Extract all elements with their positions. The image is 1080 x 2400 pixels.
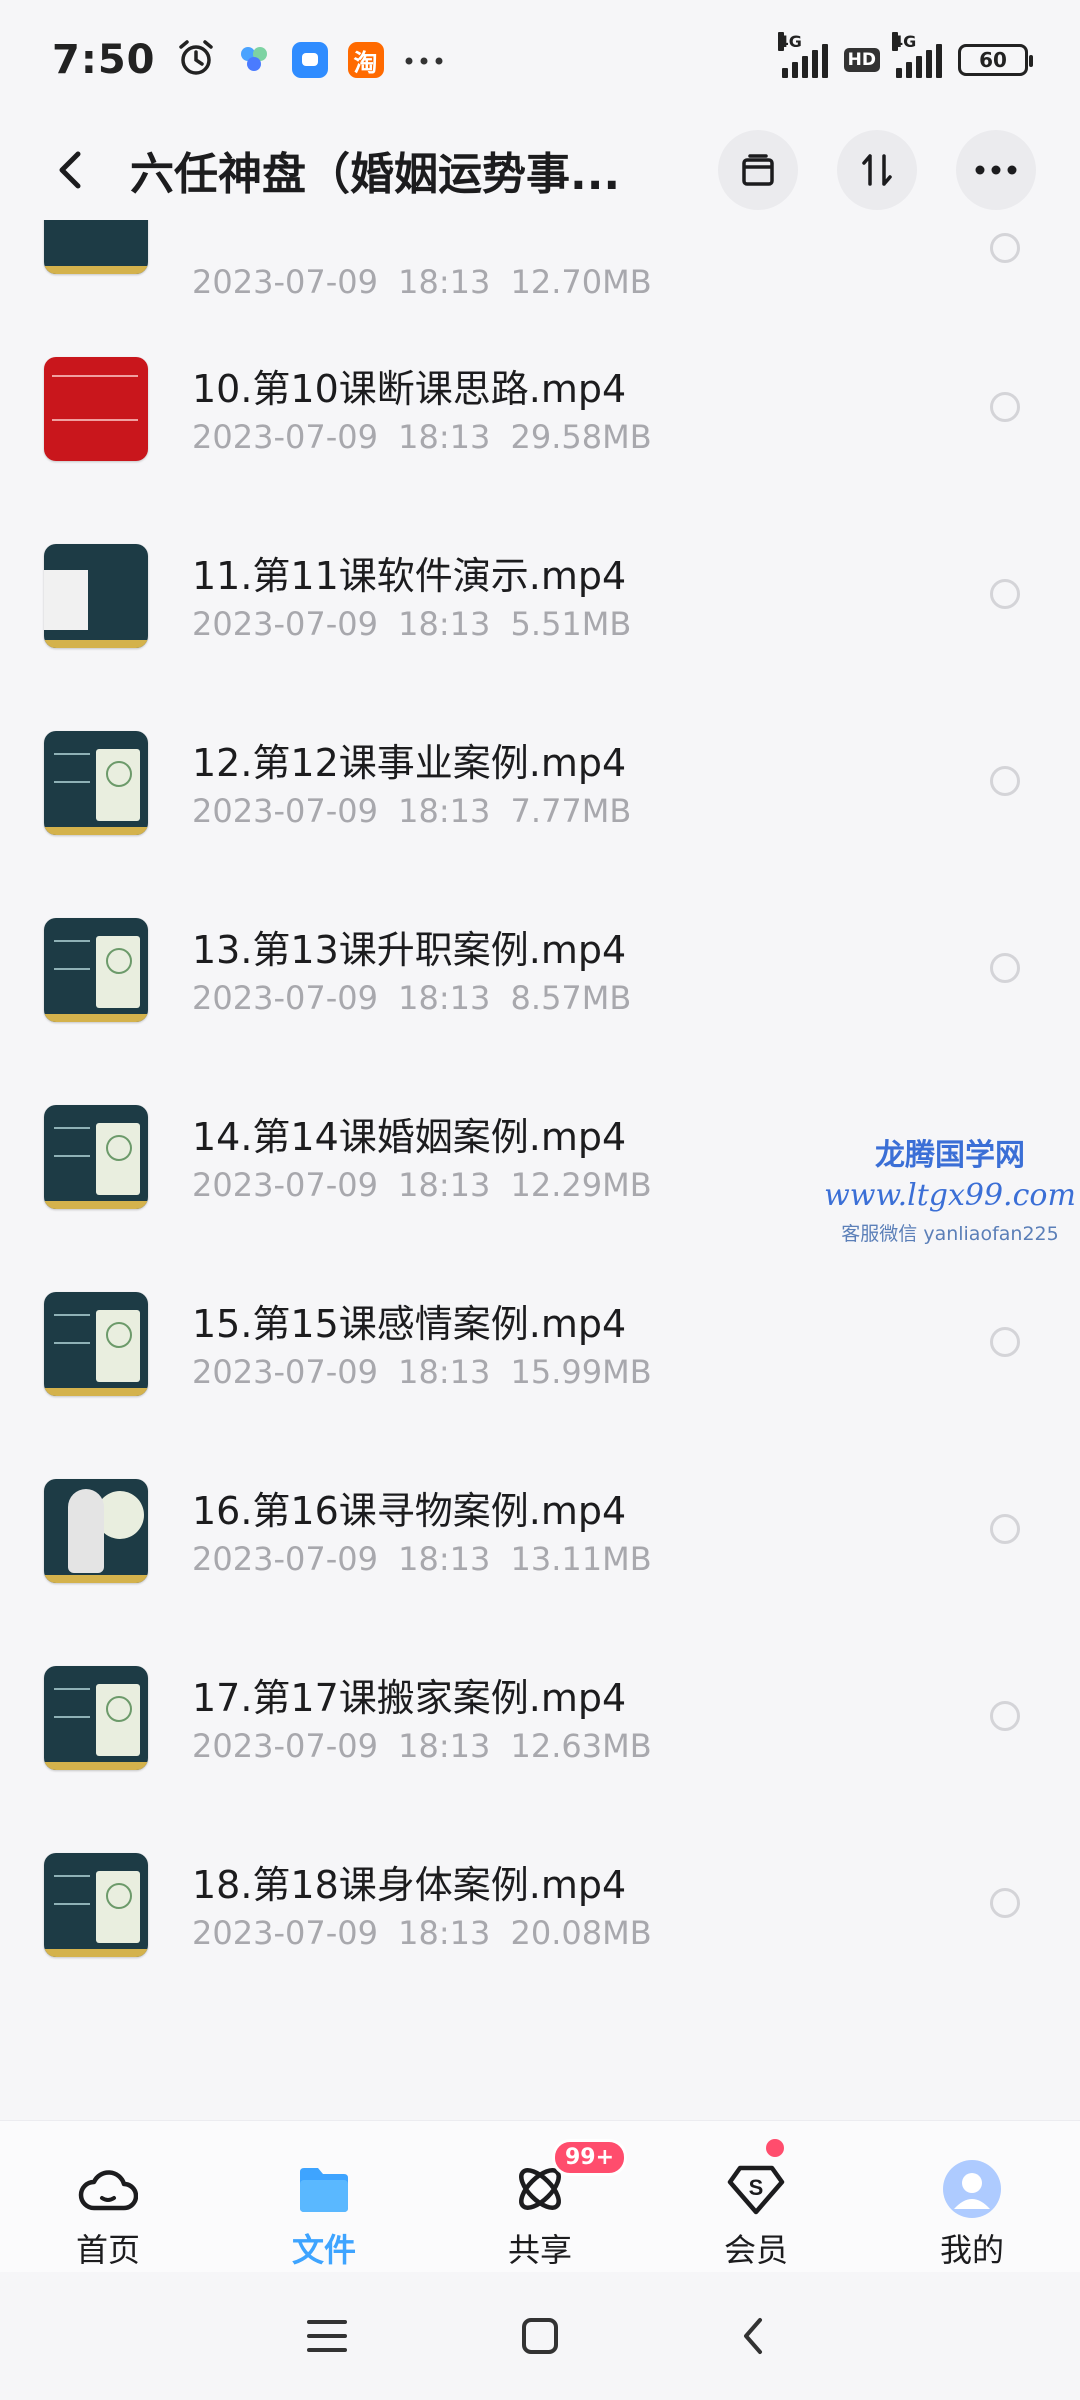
back-button[interactable] — [30, 130, 110, 210]
taobao-app-icon: 淘 — [347, 42, 384, 78]
signal-icon-1: 4G — [777, 32, 828, 78]
file-name: 16.第16课寻物案例.mp4 — [192, 1489, 627, 1533]
nav-me[interactable]: 我的 — [864, 2121, 1080, 2272]
sort-button[interactable] — [837, 130, 917, 210]
select-checkbox[interactable] — [990, 1514, 1020, 1544]
square-icon — [521, 2318, 558, 2354]
file-meta: 2023-07-09 18:13 20.08MB — [192, 1914, 652, 1952]
vip-diamond-icon: S — [724, 2159, 788, 2219]
nav-me-label: 我的 — [939, 2231, 1004, 2269]
file-row[interactable]: 12.第12课事业案例.mp4 2023-07-09 18:13 7.77MB — [0, 674, 1080, 861]
file-name: 12.第12课事业案例.mp4 — [192, 741, 627, 785]
more-button[interactable] — [956, 130, 1036, 210]
file-row[interactable]: 15.第15课感情案例.mp4 2023-07-09 18:13 15.99MB — [0, 1235, 1080, 1422]
menu-icon — [306, 2320, 347, 2352]
video-thumbnail — [44, 357, 148, 461]
file-row[interactable]: 18.第18课身体案例.mp4 2023-07-09 18:13 20.08MB — [0, 1796, 1080, 1983]
file-meta: 2023-07-09 18:13 29.58MB — [192, 418, 652, 456]
back-arrow-icon — [59, 151, 81, 189]
nav-share[interactable]: 共享 99+ — [432, 2121, 648, 2272]
select-checkbox[interactable] — [990, 392, 1020, 422]
watermark-title: 龙腾国学网 — [875, 1138, 1025, 1173]
system-back-button[interactable] — [713, 2296, 793, 2376]
select-checkbox[interactable] — [990, 1327, 1020, 1357]
more-icon — [975, 165, 1017, 175]
file-meta: 2023-07-09 18:13 12.70MB — [192, 263, 652, 301]
avatar — [940, 2159, 1004, 2219]
watermark-contact: 客服微信 yanliaofan225 — [841, 1223, 1059, 1245]
video-thumbnail — [44, 1105, 148, 1209]
folder-icon — [292, 2159, 356, 2219]
file-name: 18.第18课身体案例.mp4 — [192, 1863, 627, 1907]
video-thumbnail — [44, 544, 148, 648]
select-checkbox[interactable] — [990, 953, 1020, 983]
select-checkbox[interactable] — [990, 579, 1020, 609]
file-meta: 2023-07-09 18:13 12.29MB — [192, 1166, 652, 1204]
battery-level: 60 — [979, 48, 1007, 72]
watermark: 龙腾国学网 www.ltgx99.com 客服微信 yanliaofan225 — [820, 1130, 1080, 1246]
file-row[interactable]: 10.第10课断课思路.mp4 2023-07-09 18:13 29.58MB — [0, 300, 1080, 487]
status-bar: 7:50 淘 4G HD 4G 60 — [0, 0, 1080, 120]
more-notifications-icon — [404, 51, 444, 70]
nav-files-label: 文件 — [291, 2231, 356, 2269]
battery-icon: 60 — [958, 44, 1033, 76]
file-row[interactable]: 11.第11课软件演示.mp4 2023-07-09 18:13 5.51MB — [0, 487, 1080, 674]
select-checkbox[interactable] — [990, 766, 1020, 796]
file-name: 15.第15课感情案例.mp4 — [192, 1302, 627, 1346]
video-thumbnail — [44, 1666, 148, 1770]
sort-icon — [862, 154, 892, 186]
archive-button[interactable] — [718, 130, 798, 210]
signal-icon-2: 4G — [892, 32, 942, 78]
bottom-nav: 首页 文件 共享 99+ S 会员 我的 — [0, 2120, 1080, 2272]
messenger-app-icon — [291, 42, 328, 78]
home-button[interactable] — [500, 2296, 580, 2376]
file-meta: 2023-07-09 18:13 13.11MB — [192, 1540, 652, 1578]
cloud-app-icon — [236, 40, 272, 80]
file-row[interactable]: 16.第16课寻物案例.mp4 2023-07-09 18:13 13.11MB — [0, 1422, 1080, 1609]
file-meta: 2023-07-09 18:13 5.51MB — [192, 605, 632, 643]
page-title: 六任神盘（婚姻运势事... — [130, 149, 621, 200]
video-thumbnail — [44, 220, 148, 274]
video-thumbnail — [44, 1292, 148, 1396]
file-row[interactable]: 17.第17课搬家案例.mp4 2023-07-09 18:13 12.63MB — [0, 1609, 1080, 1796]
file-name: 13.第13课升职案例.mp4 — [192, 928, 627, 972]
cloud-icon — [76, 2159, 140, 2219]
status-time: 7:50 — [52, 37, 156, 83]
nav-share-label: 共享 — [507, 2231, 572, 2269]
file-name: 10.第10课断课思路.mp4 — [192, 367, 627, 411]
video-thumbnail — [44, 918, 148, 1022]
video-thumbnail — [44, 1479, 148, 1583]
file-row[interactable]: 13.第13课升职案例.mp4 2023-07-09 18:13 8.57MB — [0, 861, 1080, 1048]
nav-vip[interactable]: S 会员 — [648, 2121, 864, 2272]
select-checkbox[interactable] — [990, 233, 1020, 263]
nav-home[interactable]: 首页 — [0, 2121, 216, 2272]
alarm-icon — [176, 38, 216, 82]
select-checkbox[interactable] — [990, 1701, 1020, 1731]
file-name: 17.第17课搬家案例.mp4 — [192, 1676, 627, 1720]
share-count-badge: 99+ — [552, 2139, 628, 2176]
file-meta: 2023-07-09 18:13 15.99MB — [192, 1353, 652, 1391]
file-meta: 2023-07-09 18:13 12.63MB — [192, 1727, 652, 1765]
video-thumbnail — [44, 731, 148, 835]
file-name: 14.第14课婚姻案例.mp4 — [192, 1115, 627, 1159]
file-name: 11.第11课软件演示.mp4 — [192, 554, 627, 598]
select-checkbox[interactable] — [990, 1888, 1020, 1918]
archive-icon — [742, 154, 774, 186]
nav-files[interactable]: 文件 — [216, 2121, 432, 2272]
nav-vip-label: 会员 — [723, 2231, 788, 2269]
file-meta: 2023-07-09 18:13 8.57MB — [192, 979, 632, 1017]
back-chevron-icon — [744, 2318, 763, 2354]
watermark-url: www.ltgx99.com — [824, 1178, 1076, 1213]
file-meta: 2023-07-09 18:13 7.77MB — [192, 792, 632, 830]
top-bar: 六任神盘（婚姻运势事... — [0, 120, 1080, 220]
vip-notification-dot — [766, 2139, 784, 2157]
file-row[interactable]: 2023-07-09 18:13 12.70MB — [0, 220, 1080, 301]
video-thumbnail — [44, 1853, 148, 1957]
nav-home-label: 首页 — [75, 2231, 140, 2269]
svg-text:S: S — [749, 2175, 764, 2200]
hd-icon: HD — [843, 48, 880, 72]
recents-button[interactable] — [287, 2296, 367, 2376]
system-nav-bar — [0, 2272, 1080, 2400]
